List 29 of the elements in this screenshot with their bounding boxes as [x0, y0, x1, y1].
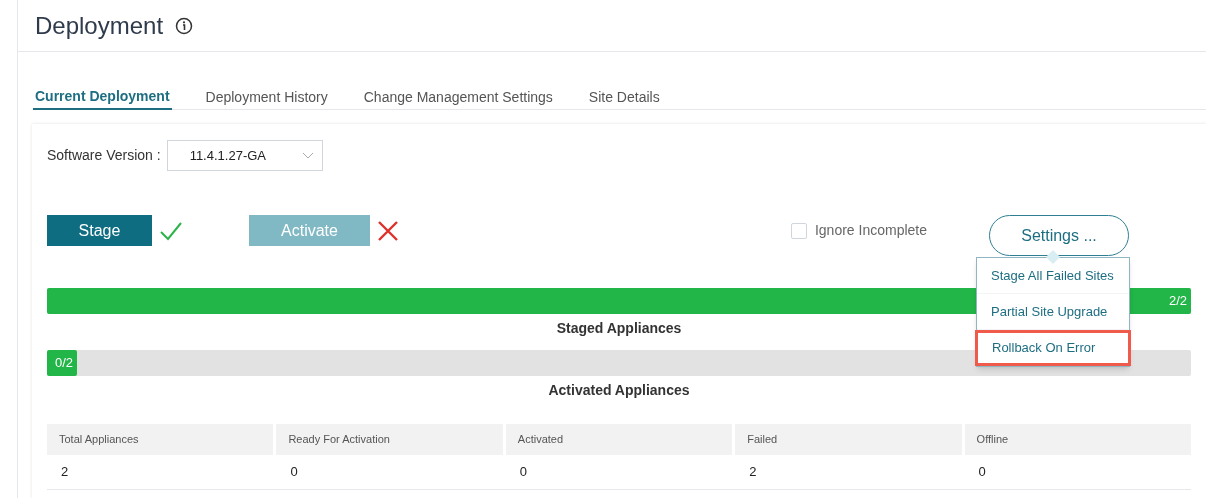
info-icon[interactable]: [175, 16, 194, 35]
column-header: Activated: [505, 424, 733, 455]
menu-item[interactable]: Rollback On Error: [975, 330, 1131, 366]
action-button[interactable]: Stage: [47, 215, 152, 246]
checkbox-label: Ignore Incomplete: [814, 221, 927, 240]
tab[interactable]: Deployment History: [203, 84, 330, 110]
progress-reading: 2/2: [1168, 292, 1188, 311]
page-title: Deployment: [35, 10, 164, 41]
tab[interactable]: Site Details: [586, 84, 662, 110]
chevron-down-icon: [301, 151, 314, 160]
progress-caption: Staged Appliances: [556, 319, 682, 338]
menu-item[interactable]: Partial Site Upgrade: [977, 294, 1129, 330]
column-header: Ready For Activation: [276, 424, 503, 455]
column-header: Offline: [964, 424, 1191, 455]
version-dropdown[interactable]: 11.4.1.27-GA: [166, 140, 323, 171]
column-header: Total Appliances: [47, 424, 274, 455]
table-cell-text: 2: [748, 463, 758, 482]
table-cell-text: 0: [977, 463, 987, 482]
field-label: Software Version :: [47, 146, 161, 165]
table-cell-text: 0: [289, 463, 299, 482]
settings-button[interactable]: Settings ...: [989, 215, 1129, 256]
table-cell-text: 0: [518, 463, 529, 482]
checkbox[interactable]: [790, 222, 807, 239]
progress-caption: Activated Appliances: [548, 381, 690, 400]
table-cell-text: 2: [60, 463, 70, 482]
column-header: Failed: [735, 424, 962, 455]
tab[interactable]: Change Management Settings: [361, 84, 555, 110]
tab[interactable]: Current Deployment: [33, 84, 172, 110]
progress-reading: 0/2: [54, 354, 74, 373]
